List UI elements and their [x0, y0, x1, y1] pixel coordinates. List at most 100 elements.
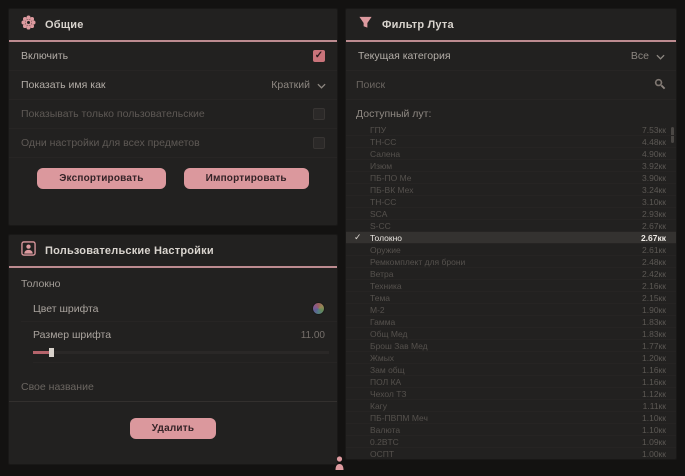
show-name-dropdown[interactable]: Краткий — [271, 79, 325, 91]
font-size-slider[interactable] — [33, 351, 329, 354]
slider-handle[interactable] — [49, 348, 54, 357]
loot-row[interactable]: Общ Мед1.83кк — [346, 328, 676, 340]
user-panel-header: Пользовательские Настройки — [9, 235, 337, 266]
loot-row[interactable]: Гамма1.83кк — [346, 316, 676, 328]
general-settings-panel: Общие Включить ✓ Показать имя как Кратки… — [8, 8, 338, 226]
chevron-down-icon — [317, 81, 325, 89]
loot-item-value: 1.20кк — [642, 353, 666, 363]
drag-handle-icon[interactable] — [334, 456, 345, 476]
font-size-row: Размер шрифта 11.00 — [21, 322, 337, 347]
loot-list: ГПУ7.53ккТН-СС4.48ккСалена4.90ккИзюм3.92… — [346, 124, 676, 460]
export-button[interactable]: Экспортировать — [37, 168, 165, 189]
loot-item-value: 2.67кк — [641, 233, 666, 243]
loot-row[interactable]: Оружие2.61кк — [346, 244, 676, 256]
loot-item-name: ПБ-ВК Мех — [370, 185, 413, 195]
only-custom-checkbox[interactable] — [313, 108, 325, 120]
loot-item-value: 1.10кк — [642, 413, 666, 423]
loot-item-value: 1.12кк — [642, 389, 666, 399]
loot-row[interactable]: Кагу1.11кк — [346, 400, 676, 412]
user-settings-panel: Пользовательские Настройки Толокно Цвет … — [8, 234, 338, 465]
loot-row[interactable]: Валюта 1.10кк — [346, 424, 676, 436]
category-dropdown-value: Все — [631, 50, 649, 62]
loot-row[interactable]: Салена4.90кк — [346, 148, 676, 160]
export-import-row: Экспортировать Импортировать — [9, 158, 337, 199]
loot-item-value: 1.16кк — [642, 365, 666, 375]
loot-item-name: Жмых — [370, 353, 394, 363]
loot-item-name: SCA — [370, 209, 387, 219]
loot-item-name: Чехол ТЗ — [370, 389, 406, 399]
loot-row[interactable]: ТН-СС4.48кк — [346, 136, 676, 148]
loot-item-value: 1.83кк — [642, 317, 666, 327]
font-color-label: Цвет шрифта — [33, 303, 99, 315]
loot-item-name: Салена — [370, 149, 400, 159]
loot-item-name: ГПУ — [370, 125, 386, 135]
loot-item-value: 2.16кк — [642, 281, 666, 291]
loot-row[interactable]: ОСПТ1.00кк — [346, 448, 676, 460]
import-button[interactable]: Импортировать — [184, 168, 309, 189]
loot-item-name: ПБ-ПО Ме — [370, 173, 412, 183]
font-size-slider-row — [33, 347, 337, 363]
loot-item-value: 1.09кк — [642, 437, 666, 447]
enable-row: Включить ✓ — [9, 42, 337, 71]
loot-row[interactable]: Чехол ТЗ 1.12кк — [346, 388, 676, 400]
filter-panel-title: Фильтр Лута — [382, 19, 454, 31]
loot-row[interactable]: S-CC2.67кк — [346, 220, 676, 232]
loot-row[interactable]: ГПУ7.53кк — [346, 124, 676, 136]
loot-item-value: 1.10кк — [642, 425, 666, 435]
loot-item-value: 2.48кк — [642, 257, 666, 267]
loot-item-value: 2.15кк — [642, 293, 666, 303]
loot-row[interactable]: М-21.90кк — [346, 304, 676, 316]
loot-item-name: S-CC — [370, 221, 391, 231]
loot-row[interactable]: 0.2BTC1.09кк — [346, 436, 676, 448]
same-settings-label: Одни настройки для всех предметов — [21, 137, 200, 149]
loot-row[interactable]: Изюм3.92кк — [346, 160, 676, 172]
show-name-row: Показать имя как Краткий — [9, 71, 337, 100]
loot-row[interactable]: ПОЛ КА1.16кк — [346, 376, 676, 388]
loot-row[interactable]: Жмых 1.20кк — [346, 352, 676, 364]
enable-checkbox[interactable]: ✓ — [313, 50, 325, 62]
loot-item-value: 1.77кк — [642, 341, 666, 351]
same-settings-checkbox[interactable] — [313, 137, 325, 149]
loot-row[interactable]: Техника2.16кк — [346, 280, 676, 292]
loot-item-value: 2.93кк — [642, 209, 666, 219]
loot-row[interactable]: Ветра 2.42кк — [346, 268, 676, 280]
loot-item-name: ОСПТ — [370, 449, 394, 459]
loot-row[interactable]: ПБ-ВК Мех3.24кк — [346, 184, 676, 196]
loot-row[interactable]: ✓Толокно2.67кк — [346, 232, 676, 244]
loot-row[interactable]: ПБ-ПВПМ Меч 1.10кк — [346, 412, 676, 424]
loot-item-name: ТН-СС — [370, 137, 396, 147]
funnel-icon — [358, 15, 373, 35]
loot-item-name: Кагу — [370, 401, 387, 411]
loot-item-name: Толокно — [370, 233, 402, 243]
loot-item-name: ПБ-ПВПМ Меч — [370, 413, 428, 423]
loot-item-name: Валюта — [370, 425, 400, 435]
loot-row[interactable]: Брош Зав Мед 1.77кк — [346, 340, 676, 352]
loot-item-name: М-2 — [370, 305, 385, 315]
delete-button[interactable]: Удалить — [130, 418, 216, 439]
loot-row[interactable]: Зам общ1.16кк — [346, 364, 676, 376]
loot-item-name: ПОЛ КА — [370, 377, 401, 387]
loot-row[interactable]: ПБ-ПО Ме 3.90кк — [346, 172, 676, 184]
delete-row: Удалить — [9, 402, 337, 449]
search-icon[interactable] — [653, 77, 666, 93]
search-input[interactable] — [356, 79, 653, 91]
loot-item-name: ТН-СС — [370, 197, 396, 207]
loot-item-name: Изюм — [370, 161, 392, 171]
loot-item-value: 3.10кк — [642, 197, 666, 207]
loot-item-name: Ветра — [370, 269, 393, 279]
font-color-row[interactable]: Цвет шрифта — [21, 295, 337, 322]
general-panel-title: Общие — [45, 19, 84, 31]
color-wheel-icon[interactable] — [312, 302, 325, 315]
loot-item-value: 3.90кк — [642, 173, 666, 183]
loot-row[interactable]: SCA 2.93кк — [346, 208, 676, 220]
loot-filter-panel: Фильтр Лута Текущая категория Все Доступ… — [345, 8, 677, 460]
category-dropdown[interactable]: Все — [631, 50, 664, 62]
loot-item-name: Брош Зав Мед — [370, 341, 428, 351]
loot-row[interactable]: Ремкомплект для брони2.48кк — [346, 256, 676, 268]
only-custom-label: Показывать только пользовательские — [21, 108, 205, 120]
loot-row[interactable]: ТН-СС 3.10кк — [346, 196, 676, 208]
loot-row[interactable]: Тема2.15кк — [346, 292, 676, 304]
show-name-label: Показать имя как — [21, 79, 106, 91]
custom-name-input[interactable] — [21, 381, 325, 393]
loot-item-value: 2.42кк — [642, 269, 666, 279]
